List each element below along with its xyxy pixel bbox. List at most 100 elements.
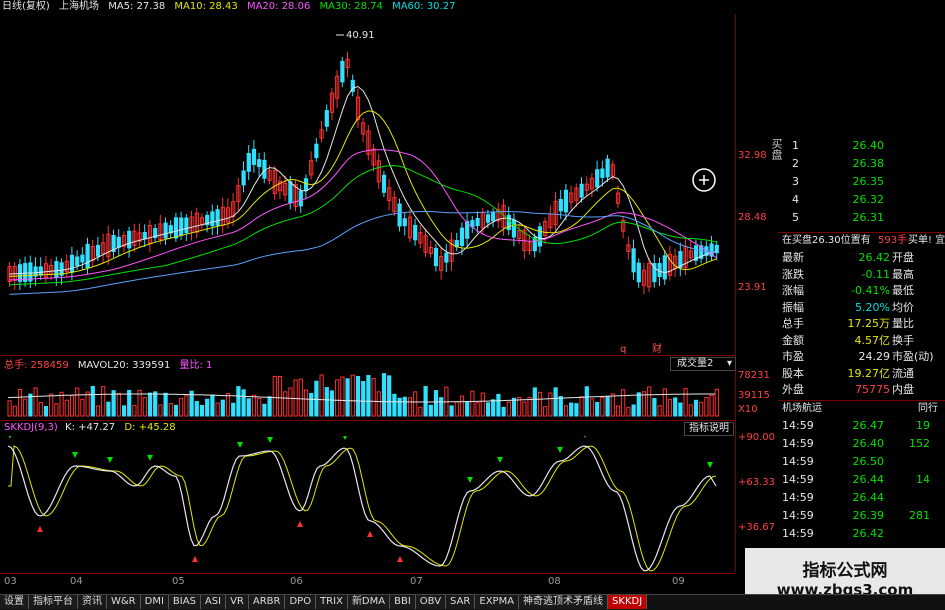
quote-row: 股本 19.27亿 流通	[778, 366, 945, 381]
quote-label: 金额	[782, 333, 804, 347]
x-axis-label: 09	[672, 576, 685, 587]
quote-row: 金额 4.57亿 换手	[778, 333, 945, 348]
indicator-tab[interactable]: SKKDJ	[608, 595, 648, 609]
bid-row[interactable]: 3 26.35	[778, 174, 945, 189]
volume-bar	[12, 405, 17, 417]
indicator-tab[interactable]: 设置	[0, 595, 29, 609]
volume-bar	[69, 394, 75, 417]
indicator-tab[interactable]: TRIX	[316, 595, 348, 609]
candle-body	[246, 153, 251, 172]
kdj-d-value: D: +45.28	[124, 422, 176, 433]
kdj-pane-divider	[0, 420, 735, 421]
volume-bar	[350, 374, 355, 417]
indicator-tab[interactable]: 指标平台	[29, 595, 78, 609]
indicator-tab[interactable]: EXPMA	[475, 595, 520, 609]
volume-bar	[501, 406, 506, 417]
buy-arrow-icon	[192, 556, 198, 562]
volume-bar	[407, 397, 413, 417]
indicator-tab[interactable]: SAR	[446, 595, 476, 609]
volume-bar	[563, 405, 569, 417]
volume-bar	[64, 399, 69, 417]
volume-bar	[38, 402, 43, 417]
volume-bar	[121, 405, 127, 417]
volume-bar	[371, 378, 376, 417]
ma5-value: MA5: 27.38	[108, 1, 166, 12]
sell-arrow-icon	[107, 457, 113, 463]
volume-bar	[324, 387, 329, 417]
bid-row[interactable]: 2 26.38	[778, 156, 945, 171]
volume-bar	[246, 398, 251, 417]
volume-bar	[402, 396, 407, 417]
tick-row: 14:59 26.44	[778, 490, 945, 505]
sell-arrow-icon	[557, 447, 563, 453]
volume-bar	[257, 398, 262, 417]
bid-row[interactable]: 1 26.40	[778, 138, 945, 153]
peak-price-label: 40.91	[346, 30, 375, 41]
tick-price: 26.39	[852, 509, 885, 522]
news-bar[interactable]: 机场航运 同行	[778, 400, 945, 416]
volume-bar	[262, 403, 267, 417]
indicator-tab[interactable]: 新DMA	[347, 595, 391, 609]
tick-time: 14:59	[782, 509, 814, 522]
indicator-help-button[interactable]: 指标说明	[684, 422, 734, 436]
candle-body	[173, 217, 179, 239]
volume-bar	[101, 386, 106, 417]
volume-chart[interactable]	[0, 362, 735, 418]
tick-volume: 19	[916, 419, 930, 432]
volume-bar	[75, 387, 80, 417]
event-mark-finance[interactable]: 财	[652, 342, 662, 354]
volume-bar	[673, 397, 678, 417]
quote-row: 总手 17.25万 量比	[778, 316, 945, 331]
candle-body	[314, 143, 319, 159]
kdj-chart[interactable]	[0, 436, 735, 572]
quote-tag: 最高	[892, 267, 914, 281]
indicator-tab[interactable]: DPO	[285, 595, 317, 609]
quote-label: 外盘	[782, 383, 804, 396]
candle-body	[303, 178, 309, 192]
volume-bar	[423, 386, 428, 417]
order-status-suffix: 买单! 宜	[908, 235, 945, 246]
candle-body	[563, 189, 569, 213]
indicator-tab[interactable]: BBI	[390, 595, 416, 609]
volume-bar	[173, 404, 179, 417]
indicator-tab[interactable]: ASI	[200, 595, 227, 609]
indicator-tab[interactable]: BIAS	[168, 595, 201, 609]
indicator-tab[interactable]: ARBR	[248, 595, 286, 609]
volume-bar	[303, 389, 309, 417]
candlestick-chart[interactable]: 40.91 q 财	[0, 14, 735, 354]
buy-arrow-icon	[397, 556, 403, 562]
quote-tag: 换手	[892, 333, 914, 347]
volume-bar	[147, 392, 153, 417]
quote-tag: 内盘	[892, 383, 914, 396]
period-label[interactable]: 日线(复权)	[2, 1, 50, 12]
bid-row[interactable]: 4 26.32	[778, 192, 945, 207]
volume-bar	[699, 401, 704, 417]
indicator-tab[interactable]: DMI	[140, 595, 169, 609]
indicator-tab[interactable]: VR	[226, 595, 249, 609]
volume-bar	[43, 406, 49, 417]
kdj-name: SKKDJ(9,3)	[4, 422, 58, 433]
quote-value: 19.27亿	[847, 366, 891, 380]
ma20-line	[9, 149, 718, 281]
sell-arrow-icon	[267, 437, 273, 443]
kdj-axis-label: +36.67	[738, 522, 776, 533]
volume-bar	[168, 403, 173, 417]
tick-row: 14:59 26.47 19	[778, 418, 945, 433]
candle-body	[662, 255, 667, 280]
volume-bar	[288, 387, 293, 417]
volume-bar	[158, 404, 163, 417]
quote-panel: 买盘 1 26.40 2 26.38 3 26.35 4 26.32 5 26.31 在买…	[770, 138, 945, 609]
volume-bar	[116, 392, 121, 417]
volume-bar	[439, 397, 444, 417]
indicator-tab[interactable]: W&R	[107, 595, 141, 609]
tick-price: 26.44	[852, 473, 885, 486]
indicator-tab[interactable]: OBV	[415, 595, 447, 609]
event-mark-q[interactable]: q	[620, 344, 626, 354]
volume-bar	[49, 393, 54, 417]
bid-row[interactable]: 5 26.31	[778, 210, 945, 225]
indicator-tab[interactable]: 资讯	[78, 595, 107, 609]
indicator-tab[interactable]: 神奇逃顶术矛盾线	[519, 595, 609, 609]
volume-axis-label: 78231	[738, 370, 770, 381]
candle-body	[636, 262, 641, 283]
candle-body	[241, 170, 246, 186]
